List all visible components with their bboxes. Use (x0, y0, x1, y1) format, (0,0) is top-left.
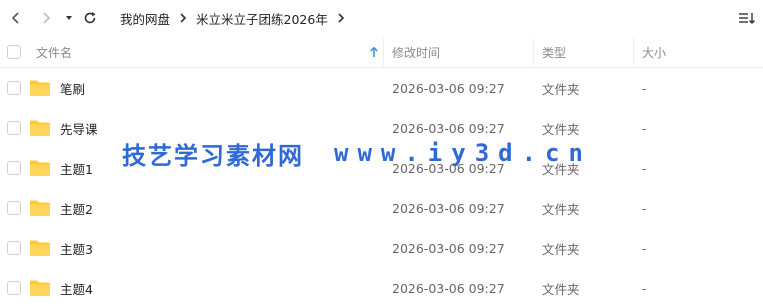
history-dropdown-button[interactable] (59, 8, 79, 28)
row-checkbox[interactable] (7, 201, 21, 215)
file-type: 文件夹 (542, 121, 580, 137)
row-checkbox[interactable] (7, 161, 21, 175)
breadcrumb-item-current-folder[interactable]: 米立米立子团练2026年 (196, 9, 328, 28)
file-row[interactable]: 先导课 2026-03-06 09:27 文件夹 - (0, 108, 763, 148)
forward-button[interactable] (36, 8, 56, 28)
row-checkbox[interactable] (7, 121, 21, 135)
folder-icon (30, 240, 50, 256)
sort-menu-button[interactable] (737, 8, 757, 28)
breadcrumb: 我的网盘 米立米立子团练2026年 (120, 0, 354, 36)
file-name[interactable]: 主题3 (60, 228, 93, 268)
file-type: 文件夹 (542, 281, 580, 297)
file-name[interactable]: 主题1 (60, 148, 93, 188)
file-type: 文件夹 (542, 81, 580, 97)
file-mtime: 2026-03-06 09:27 (392, 80, 505, 96)
chevron-right-icon (336, 12, 346, 24)
file-row[interactable]: 主题2 2026-03-06 09:27 文件夹 - (0, 188, 763, 228)
file-list: 笔刷 2026-03-06 09:27 文件夹 - 先导课 2026-03-06… (0, 68, 763, 307)
file-size: - (642, 240, 647, 256)
refresh-icon (84, 12, 96, 24)
back-button[interactable] (6, 8, 26, 28)
file-name[interactable]: 笔刷 (60, 68, 85, 108)
column-header-size[interactable]: 大小 (642, 36, 666, 68)
file-size: - (642, 80, 647, 96)
file-list-header: 文件名 修改时间 类型 大小 (0, 36, 763, 68)
select-all-checkbox[interactable] (7, 45, 21, 59)
chevron-right-icon (43, 12, 51, 24)
file-mtime: 2026-03-06 09:27 (392, 280, 505, 296)
file-row[interactable]: 主题1 2026-03-06 09:27 文件夹 - (0, 148, 763, 188)
file-mtime: 2026-03-06 09:27 (392, 200, 505, 216)
caret-down-icon (66, 16, 72, 20)
file-type: 文件夹 (542, 161, 580, 177)
file-size: - (642, 200, 647, 216)
folder-icon (30, 280, 50, 296)
folder-icon (30, 80, 50, 96)
column-header-type[interactable]: 类型 (542, 36, 566, 68)
column-divider[interactable] (383, 38, 384, 66)
chevron-right-icon (178, 12, 188, 24)
sort-ascending-icon[interactable] (369, 46, 379, 58)
file-size: - (642, 160, 647, 176)
column-header-mtime[interactable]: 修改时间 (392, 36, 440, 68)
file-mtime: 2026-03-06 09:27 (392, 240, 505, 256)
file-name[interactable]: 主题4 (60, 268, 93, 307)
file-row[interactable]: 笔刷 2026-03-06 09:27 文件夹 - (0, 68, 763, 108)
column-divider[interactable] (633, 38, 634, 66)
folder-icon (30, 160, 50, 176)
chevron-left-icon (11, 12, 19, 24)
row-checkbox[interactable] (7, 281, 21, 295)
file-name[interactable]: 主题2 (60, 188, 93, 228)
file-size: - (642, 280, 647, 296)
folder-icon (30, 200, 50, 216)
breadcrumb-item-my-drive[interactable]: 我的网盘 (120, 9, 170, 28)
file-row[interactable]: 主题4 2026-03-06 09:27 文件夹 - (0, 268, 763, 307)
file-size: - (642, 120, 647, 136)
file-name[interactable]: 先导课 (60, 108, 98, 148)
folder-icon (30, 120, 50, 136)
file-mtime: 2026-03-06 09:27 (392, 120, 505, 136)
file-row[interactable]: 主题3 2026-03-06 09:27 文件夹 - (0, 228, 763, 268)
row-checkbox[interactable] (7, 241, 21, 255)
column-divider[interactable] (533, 38, 534, 66)
toolbar: 我的网盘 米立米立子团练2026年 (0, 0, 763, 36)
file-mtime: 2026-03-06 09:27 (392, 160, 505, 176)
column-header-name[interactable]: 文件名 (36, 36, 72, 68)
file-type: 文件夹 (542, 241, 580, 257)
sort-list-icon (739, 13, 755, 24)
file-type: 文件夹 (542, 201, 580, 217)
refresh-button[interactable] (80, 8, 100, 28)
row-checkbox[interactable] (7, 81, 21, 95)
